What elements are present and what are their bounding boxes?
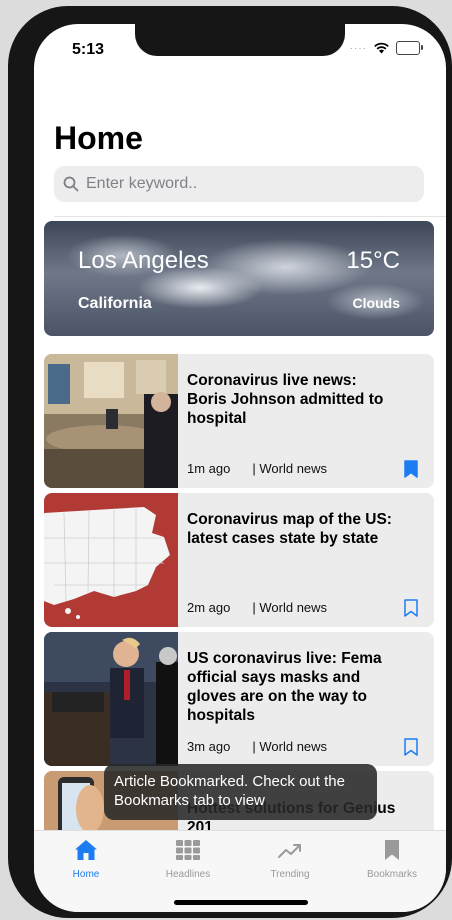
tab-trending[interactable]: Trending xyxy=(250,839,330,880)
search-bar[interactable] xyxy=(54,166,424,202)
tab-label: Headlines xyxy=(165,869,211,880)
tab-bar: Home Headlines Trending Bookmarks xyxy=(34,830,446,912)
article-time: 3m ago xyxy=(187,739,231,754)
article-time: 1m ago xyxy=(187,461,231,476)
bookmark-outline-icon[interactable] xyxy=(404,599,418,617)
tab-label: Trending xyxy=(270,869,310,880)
bookmark-outline-icon[interactable] xyxy=(404,738,418,756)
search-icon xyxy=(63,176,79,192)
divider xyxy=(54,216,446,217)
weather-condition: Clouds xyxy=(352,295,400,311)
article-card[interactable]: US coronavirus live: Fema official says … xyxy=(44,632,434,766)
status-icons: ···· xyxy=(349,41,423,55)
battery-icon xyxy=(396,41,423,55)
article-meta: 2m ago | World news xyxy=(187,600,327,615)
phone-frame: 5:13 ···· Home Los Angeles California 15… xyxy=(8,6,452,918)
wifi-icon xyxy=(374,42,389,54)
home-indicator xyxy=(174,900,308,905)
weather-state: California xyxy=(78,295,152,312)
page-title: Home xyxy=(54,120,143,156)
notch xyxy=(135,24,345,56)
weather-temperature: 15°C xyxy=(346,247,400,274)
article-headline: Coronavirus map of the US: latest cases … xyxy=(187,511,392,547)
tab-bookmarks[interactable]: Bookmarks xyxy=(352,839,432,880)
weather-city: Los Angeles xyxy=(78,247,209,274)
tab-home[interactable]: Home xyxy=(46,839,126,880)
article-meta: 1m ago | World news xyxy=(187,461,327,476)
article-headline: US coronavirus live: Fema official says … xyxy=(187,650,382,724)
article-thumbnail xyxy=(44,354,178,488)
article-card[interactable]: Coronavirus live news: Boris Johnson adm… xyxy=(44,354,434,488)
article-category: | World news xyxy=(252,461,328,476)
tab-label: Bookmarks xyxy=(366,869,417,880)
tab-label: Home xyxy=(72,869,100,880)
bookmark-filled-icon[interactable] xyxy=(404,460,418,478)
bookmark-toast: Article Bookmarked. Check out the Bookma… xyxy=(104,764,377,820)
screen: 5:13 ···· Home Los Angeles California 15… xyxy=(34,24,446,912)
article-headline: Coronavirus live news: Boris Johnson adm… xyxy=(187,372,384,427)
signal-icon: ···· xyxy=(349,42,367,54)
article-thumbnail xyxy=(44,632,178,766)
bookmark-icon xyxy=(385,840,399,860)
home-icon xyxy=(75,840,97,860)
article-meta: 3m ago | World news xyxy=(187,739,327,754)
search-input[interactable] xyxy=(84,174,408,194)
trending-icon xyxy=(278,844,301,858)
tab-headlines[interactable]: Headlines xyxy=(148,839,228,880)
article-thumbnail xyxy=(44,493,178,627)
article-card[interactable]: Coronavirus map of the US: latest cases … xyxy=(44,493,434,627)
article-category: | World news xyxy=(252,600,328,615)
article-category: | World news xyxy=(252,739,328,754)
grid-icon xyxy=(176,840,200,860)
article-time: 2m ago xyxy=(187,600,231,615)
weather-card[interactable]: Los Angeles California 15°C Clouds xyxy=(44,221,434,336)
status-time: 5:13 xyxy=(72,41,105,58)
